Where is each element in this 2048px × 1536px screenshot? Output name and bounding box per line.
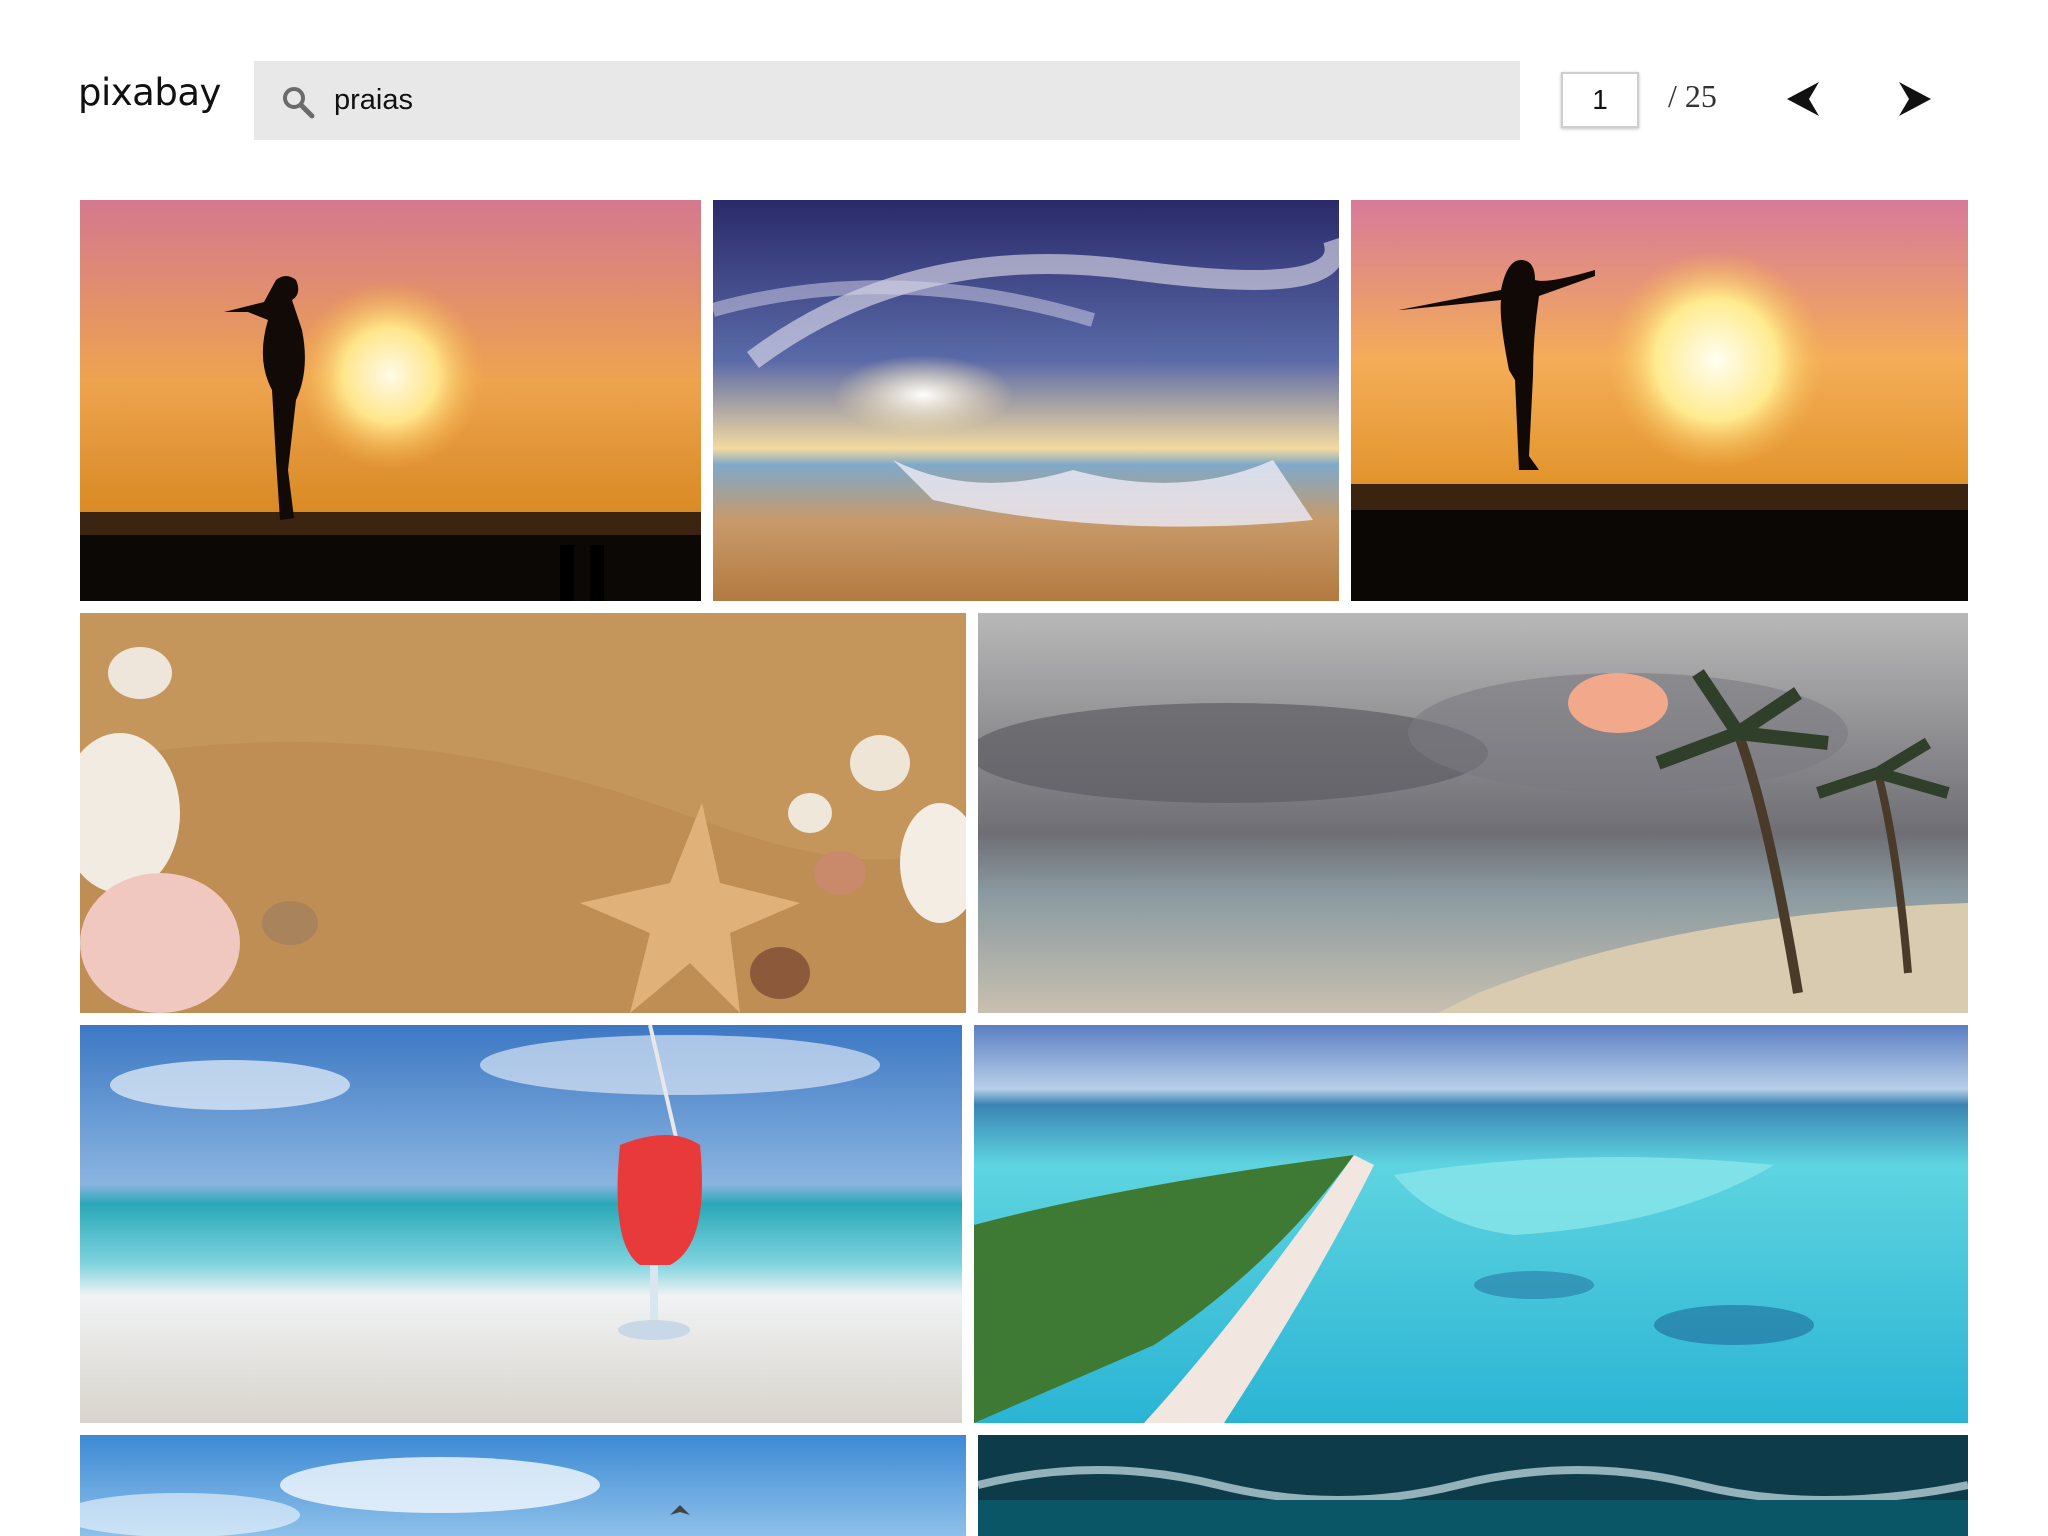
image-result-6[interactable]: [80, 1025, 962, 1423]
image-red-cocktail-beach: [80, 1025, 962, 1423]
search-icon: [283, 87, 315, 119]
image-beach-sunset-waves: [713, 200, 1339, 601]
page-number-input[interactable]: [1561, 72, 1639, 128]
search-input[interactable]: [334, 61, 1504, 140]
image-aerial-tropical-island: [974, 1025, 1968, 1423]
image-result-5[interactable]: [978, 613, 1968, 1013]
image-woman-arms-outstretched-sunset: [1351, 200, 1968, 601]
image-results-grid: [80, 200, 1968, 1536]
image-ocean-waves: [978, 1435, 1968, 1536]
image-result-3[interactable]: [1351, 200, 1968, 601]
image-result-9[interactable]: [978, 1435, 1968, 1536]
search-bar[interactable]: [254, 61, 1520, 140]
top-bar: pixabay / 25: [0, 0, 2048, 190]
chevron-right-icon[interactable]: [1897, 80, 1933, 118]
chevron-left-icon[interactable]: [1785, 80, 1821, 118]
page-total-label: / 25: [1668, 78, 1717, 114]
image-result-4[interactable]: [80, 613, 966, 1013]
image-stormy-beach-palms: [978, 613, 1968, 1013]
pixabay-logo[interactable]: pixabay: [78, 74, 221, 111]
image-result-8[interactable]: [80, 1435, 966, 1536]
image-seashells-starfish: [80, 613, 966, 1013]
image-result-2[interactable]: [713, 200, 1339, 601]
image-result-1[interactable]: [80, 200, 701, 601]
image-woman-silhouette-sunset: [80, 200, 701, 601]
image-result-7[interactable]: [974, 1025, 1968, 1423]
image-blue-sky-beach: [80, 1435, 966, 1536]
